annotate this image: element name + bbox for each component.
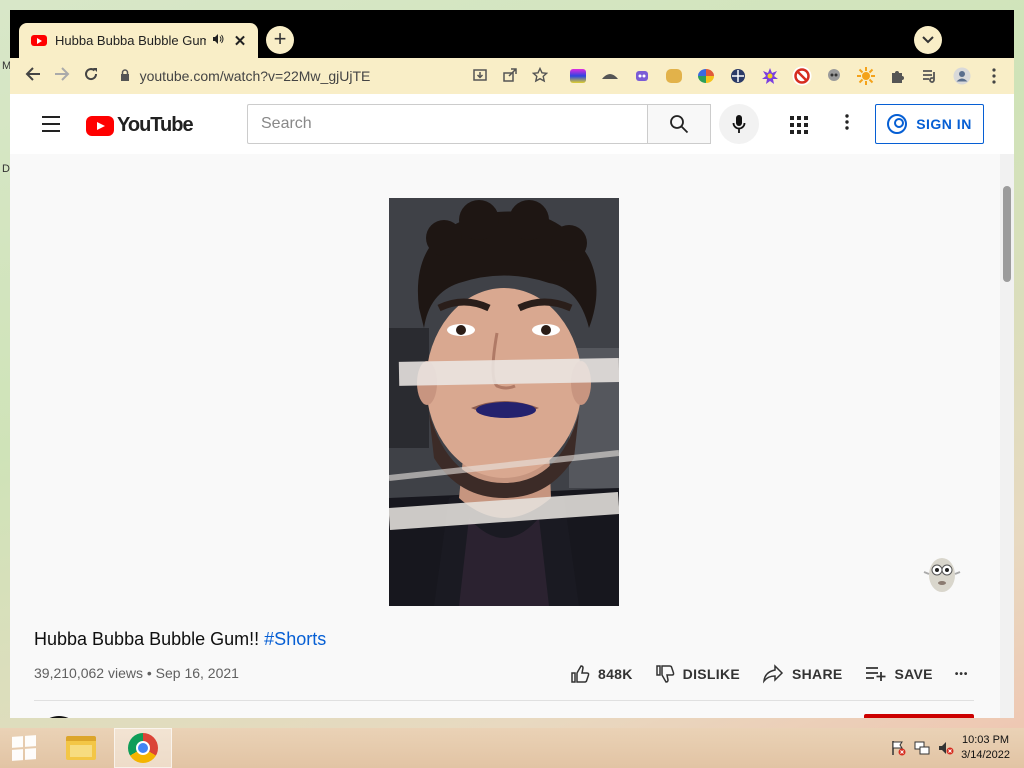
taskbar-chrome[interactable] xyxy=(114,728,172,768)
settings-more-icon[interactable] xyxy=(845,114,849,133)
lock-icon xyxy=(120,68,130,84)
install-app-icon[interactable] xyxy=(472,67,488,86)
tab-search-button[interactable] xyxy=(914,26,942,54)
ext-hat-icon[interactable] xyxy=(598,66,622,86)
youtube-favicon-icon xyxy=(31,35,47,46)
address-bar[interactable]: youtube.com/watch?v=22Mw_gjUjTE xyxy=(120,66,549,86)
system-tray xyxy=(890,740,954,759)
view-count: 39,210,062 views xyxy=(34,665,143,681)
channel-avatar[interactable] xyxy=(36,716,82,718)
network-icon[interactable] xyxy=(914,740,930,759)
ext-burst-icon[interactable] xyxy=(758,66,782,86)
sign-in-button[interactable]: SIGN IN xyxy=(875,104,984,144)
youtube-logo-text: YouTube xyxy=(117,114,194,136)
video-meta: 39,210,062 views • Sep 16, 2021 xyxy=(34,665,239,681)
search-input[interactable] xyxy=(261,115,648,133)
share-arrow-icon xyxy=(762,664,784,684)
share-icon[interactable] xyxy=(502,67,518,86)
search-box xyxy=(247,104,648,144)
more-actions-icon: ••• xyxy=(954,668,969,680)
ext-compass-icon[interactable] xyxy=(726,66,750,86)
ext-doge-icon[interactable] xyxy=(662,66,686,86)
browser-tab[interactable]: Hubba Bubba Bubble Gum!! - YouTube ✕ xyxy=(19,23,258,58)
share-label: SHARE xyxy=(792,666,843,682)
reload-icon[interactable] xyxy=(76,66,105,87)
meta-separator: • xyxy=(146,665,152,681)
subscribe-button[interactable] xyxy=(864,714,974,718)
dislike-label: DISLIKE xyxy=(682,666,740,682)
ext-block-icon[interactable] xyxy=(790,66,814,86)
tab-strip: Hubba Bubba Bubble Gum!! - YouTube ✕ + xyxy=(10,10,1014,58)
ext-rainbow-icon[interactable] xyxy=(566,66,590,86)
playlist-add-icon xyxy=(865,667,886,681)
chrome-icon xyxy=(128,733,158,763)
thumbs-down-icon xyxy=(655,665,675,683)
video-player[interactable] xyxy=(389,198,619,606)
share-button[interactable]: SHARE xyxy=(762,664,843,684)
profile-icon[interactable] xyxy=(950,66,974,86)
microphone-icon xyxy=(732,115,746,133)
youtube-masthead: YouTube SIGN IN xyxy=(10,94,1014,154)
extensions-puzzle-icon[interactable] xyxy=(886,66,910,86)
close-tab-icon[interactable]: ✕ xyxy=(232,32,248,50)
url-text: youtube.com/watch?v=22Mw_gjUjTE xyxy=(139,68,371,84)
clock-time: 10:03 PM xyxy=(961,734,1010,746)
extensions-bar xyxy=(566,66,1006,86)
youtube-play-icon xyxy=(86,115,114,136)
account-icon xyxy=(887,114,908,134)
folder-icon xyxy=(66,736,96,760)
media-control-icon[interactable] xyxy=(918,66,942,86)
back-arrow-icon[interactable] xyxy=(18,66,47,86)
desktop-label-d: D xyxy=(2,163,10,175)
search-button[interactable] xyxy=(647,104,711,144)
hamburger-menu-icon[interactable] xyxy=(42,116,60,137)
forward-arrow-icon[interactable] xyxy=(47,66,76,86)
ext-skull-icon[interactable] xyxy=(822,66,846,86)
upload-date: Sep 16, 2021 xyxy=(155,665,239,681)
flag-icon[interactable] xyxy=(890,740,906,759)
like-button[interactable]: 848K xyxy=(570,664,633,684)
save-button[interactable]: SAVE xyxy=(865,666,933,682)
browser-window: Hubba Bubba Bubble Gum!! - YouTube ✕ + y… xyxy=(10,10,1014,718)
thumbs-up-icon xyxy=(571,665,590,683)
video-title: Hubba Bubba Bubble Gum!! #Shorts xyxy=(34,629,326,650)
floating-mascot-icon[interactable] xyxy=(922,554,962,594)
section-divider xyxy=(34,700,974,701)
shorts-hashtag-link[interactable]: #Shorts xyxy=(264,629,326,649)
tab-title: Hubba Bubba Bubble Gum!! - YouTube xyxy=(55,33,206,48)
save-label: SAVE xyxy=(894,666,933,682)
system-clock[interactable]: 10:03 PM 3/14/2022 xyxy=(961,733,1010,763)
scrollbar-thumb[interactable] xyxy=(1003,186,1011,282)
new-tab-button[interactable]: + xyxy=(266,26,294,54)
clock-date: 3/14/2022 xyxy=(961,749,1010,761)
volume-muted-icon[interactable] xyxy=(938,740,954,759)
more-actions-button[interactable]: ••• xyxy=(955,669,969,680)
youtube-logo[interactable]: YouTube xyxy=(86,114,194,137)
video-frame-image xyxy=(389,198,619,606)
youtube-page: YouTube SIGN IN xyxy=(10,94,1014,718)
windows-taskbar: 10:03 PM 3/14/2022 xyxy=(0,728,1024,768)
search-icon xyxy=(670,115,689,134)
page-scrollbar[interactable] xyxy=(1000,154,1014,718)
windows-logo-icon xyxy=(12,735,36,761)
video-title-text: Hubba Bubba Bubble Gum!! xyxy=(34,629,260,649)
voice-search-button[interactable] xyxy=(719,104,759,144)
taskbar-file-explorer[interactable] xyxy=(52,728,110,768)
start-button[interactable] xyxy=(0,728,48,768)
ext-alien-icon[interactable] xyxy=(630,66,654,86)
sign-in-label: SIGN IN xyxy=(916,116,972,132)
browser-toolbar: youtube.com/watch?v=22Mw_gjUjTE xyxy=(10,58,1014,94)
like-count: 848K xyxy=(598,666,633,682)
ext-wheel-icon[interactable] xyxy=(694,66,718,86)
youtube-apps-icon[interactable] xyxy=(790,116,808,134)
dislike-button[interactable]: DISLIKE xyxy=(655,664,740,684)
video-actions: 848K DISLIKE SHARE SAVE ••• xyxy=(570,664,990,684)
ext-sun-icon[interactable] xyxy=(854,66,878,86)
browser-menu-icon[interactable] xyxy=(982,66,1006,86)
bookmark-star-icon[interactable] xyxy=(531,66,549,86)
speaker-icon[interactable] xyxy=(212,33,224,48)
